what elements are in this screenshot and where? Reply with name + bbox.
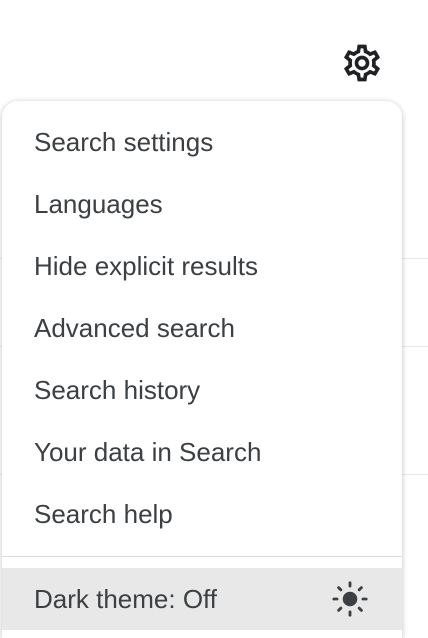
menu-item-your-data-in-search[interactable]: Your data in Search: [2, 421, 402, 483]
gear-icon: [344, 44, 380, 82]
sun-icon-graphic: [332, 581, 368, 617]
menu-item-search-settings[interactable]: Search settings: [2, 111, 402, 173]
dark-theme-toggle[interactable]: Dark theme: Off: [2, 568, 402, 630]
menu-item-advanced-search[interactable]: Advanced search: [2, 297, 402, 359]
menu-divider: [2, 556, 402, 557]
settings-menu: Search settings Languages Hide explicit …: [2, 101, 402, 638]
dark-theme-label: Dark theme: Off: [34, 583, 218, 614]
menu-list: Search settings Languages Hide explicit …: [2, 101, 402, 545]
menu-item-search-history[interactable]: Search history: [2, 359, 402, 421]
menu-item-languages[interactable]: Languages: [2, 173, 402, 235]
page: Search settings Languages Hide explicit …: [0, 0, 428, 638]
menu-item-search-help[interactable]: Search help: [2, 483, 402, 545]
settings-button[interactable]: [338, 39, 386, 87]
menu-item-hide-explicit-results[interactable]: Hide explicit results: [2, 235, 402, 297]
sun-icon: [330, 579, 370, 619]
